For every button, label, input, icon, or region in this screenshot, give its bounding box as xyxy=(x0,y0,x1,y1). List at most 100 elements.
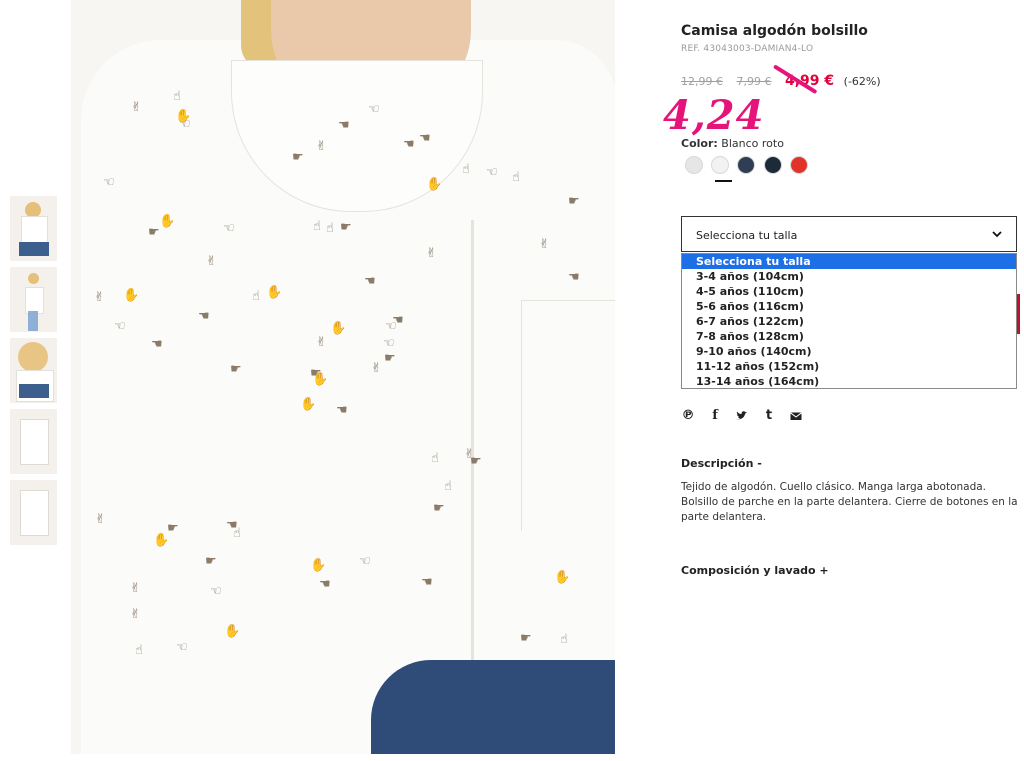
print-motif: ✌ xyxy=(95,512,106,527)
print-motif: ☝ xyxy=(313,219,321,234)
print-motif: ☝ xyxy=(431,451,439,466)
size-option[interactable]: 13-14 años (164cm) xyxy=(682,374,1016,389)
print-motif: ✋ xyxy=(554,570,571,585)
size-option[interactable]: Selecciona tu talla xyxy=(682,254,1016,269)
size-option[interactable]: 5-6 años (116cm) xyxy=(682,299,1016,314)
print-motif: ☚ xyxy=(403,137,415,152)
print-motif: ☜ xyxy=(383,336,395,351)
description-toggle[interactable]: Descripción - xyxy=(681,457,762,470)
print-motif: ☝ xyxy=(462,162,470,177)
size-option[interactable]: 4-5 años (110cm) xyxy=(682,284,1016,299)
print-motif: ☜ xyxy=(223,221,235,236)
pocket-illustration xyxy=(521,300,615,531)
print-motif: ☜ xyxy=(114,319,126,334)
print-motif: ✋ xyxy=(266,285,283,300)
size-option[interactable]: 11-12 años (152cm) xyxy=(682,359,1016,374)
print-motif: ☝ xyxy=(560,632,568,647)
email-icon[interactable] xyxy=(789,409,803,423)
print-motif: ☜ xyxy=(368,102,380,117)
description-text: Tejido de algodón. Cuello clásico. Manga… xyxy=(681,481,1018,523)
print-motif: ☛ xyxy=(292,150,304,165)
print-motif: ✋ xyxy=(330,321,347,336)
print-motif: ☚ xyxy=(151,337,163,352)
thumbnail-1[interactable] xyxy=(10,196,57,261)
print-motif: ✌ xyxy=(94,290,105,305)
size-dropdown-list: Selecciona tu talla 3-4 años (104cm) 4-5… xyxy=(681,253,1017,389)
print-motif: ☜ xyxy=(210,584,222,599)
print-motif: ☚ xyxy=(319,577,331,592)
print-motif: ✋ xyxy=(300,397,317,412)
print-motif: ☛ xyxy=(433,501,445,516)
price-row: 12,99 € 7,99 € 4,99 € (-62%) xyxy=(681,73,881,91)
print-motif: ☚ xyxy=(568,270,580,285)
swatch-light-grey[interactable] xyxy=(685,156,703,174)
print-motif: ☝ xyxy=(173,89,181,104)
print-motif: ☛ xyxy=(384,351,396,366)
print-motif: ✌ xyxy=(316,139,327,154)
print-motif: ☜ xyxy=(486,165,498,180)
print-motif: ✋ xyxy=(159,214,176,229)
swatch-navy-print[interactable] xyxy=(737,156,755,174)
print-motif: ✋ xyxy=(310,558,327,573)
size-select[interactable]: Selecciona tu talla xyxy=(681,216,1017,252)
size-option[interactable]: 3-4 años (104cm) xyxy=(682,269,1016,284)
print-motif: ☛ xyxy=(520,631,532,646)
pinterest-icon[interactable]: ℗ xyxy=(681,409,695,423)
print-motif: ✋ xyxy=(224,624,241,639)
print-motif: ☚ xyxy=(338,118,350,133)
print-motif: ☜ xyxy=(359,554,371,569)
thumbnail-gallery xyxy=(10,196,57,551)
print-motif: ✌ xyxy=(316,335,327,350)
print-motif: ✋ xyxy=(123,288,140,303)
product-main-image: ☚ ☛ ✋ ✌ ☜ ☝ ☚ ☛ ✋ ✌ ☜ ☝ ☚ ☛ ✋ ✌ ☜ ☝ ☚ ☛ ✋ ✌ ☜ ☝ ☚ ☛ ✋ ✌ ☜ ☝ ☚ ☛ ✋ ✌ ☜ ☝ ☚ ☛ ✋ ✌… xyxy=(71,0,615,754)
thumbnail-3[interactable] xyxy=(10,338,57,403)
thumbnail-2[interactable] xyxy=(10,267,57,332)
print-motif: ✌ xyxy=(206,254,217,269)
selected-swatch-underline xyxy=(715,180,732,182)
composition-toggle[interactable]: Composición y lavado + xyxy=(681,564,829,577)
print-motif: ☚ xyxy=(419,131,431,146)
print-motif: ✌ xyxy=(464,447,475,462)
swatch-red[interactable] xyxy=(790,156,808,174)
twitter-icon[interactable] xyxy=(735,409,749,423)
thumbnail-5[interactable] xyxy=(10,480,57,545)
print-motif: ☚ xyxy=(336,403,348,418)
print-motif: ✌ xyxy=(130,581,141,596)
print-motif: ✋ xyxy=(426,177,443,192)
print-motif: ☛ xyxy=(310,366,322,381)
swatch-dark-navy[interactable] xyxy=(764,156,782,174)
print-motif: ☚ xyxy=(226,518,238,533)
print-motif: ☚ xyxy=(198,309,210,324)
thumbnail-4[interactable] xyxy=(10,409,57,474)
print-motif: ✌ xyxy=(371,361,382,376)
print-motif: ☛ xyxy=(230,362,242,377)
print-motif: ☚ xyxy=(421,575,433,590)
color-label: Color: Blanco roto xyxy=(681,137,784,150)
print-motif: ✌ xyxy=(131,100,142,115)
print-motif: ☛ xyxy=(568,194,580,209)
print-motif: ☝ xyxy=(135,643,143,658)
product-ref: REF. 43043003-DAMIAN4-LO xyxy=(681,44,814,54)
print-motif: ☛ xyxy=(148,225,160,240)
size-option[interactable]: 9-10 años (140cm) xyxy=(682,344,1016,359)
facebook-icon[interactable]: f xyxy=(708,409,722,423)
size-option[interactable]: 6-7 años (122cm) xyxy=(682,314,1016,329)
print-motif: ☜ xyxy=(103,175,115,190)
price-original: 12,99 € xyxy=(681,75,723,88)
print-motif: ☝ xyxy=(512,170,520,185)
discount-badge: (-62%) xyxy=(843,75,881,88)
color-label-key: Color: xyxy=(681,137,718,150)
jeans-illustration xyxy=(371,660,615,754)
color-label-value: Blanco roto xyxy=(721,137,784,150)
print-motif: ☝ xyxy=(326,221,334,236)
print-motif: ☛ xyxy=(340,220,352,235)
print-motif: ✋ xyxy=(175,109,192,124)
print-motif: ☝ xyxy=(252,289,260,304)
print-motif: ✌ xyxy=(426,246,437,261)
size-option[interactable]: 7-8 años (128cm) xyxy=(682,329,1016,344)
swatch-white-print[interactable] xyxy=(711,156,729,174)
handwritten-price-annotation: 4,24 xyxy=(663,92,765,139)
print-motif: ✋ xyxy=(153,533,170,548)
tumblr-icon[interactable]: t xyxy=(762,409,776,423)
add-to-cart-button-edge[interactable] xyxy=(1017,294,1020,334)
